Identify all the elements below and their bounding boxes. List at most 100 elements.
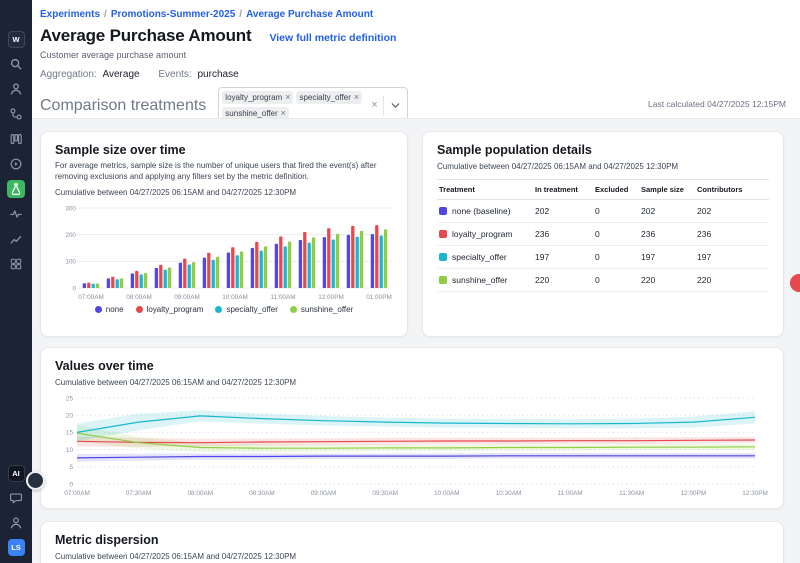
table-row: none (baseline)2020202202 bbox=[437, 200, 769, 223]
sample-size-title: Sample size over time bbox=[55, 143, 393, 157]
value-cell: 0 bbox=[595, 206, 641, 216]
value-cell: 202 bbox=[535, 206, 595, 216]
svg-text:0: 0 bbox=[72, 285, 76, 292]
remove-chip-icon[interactable]: × bbox=[285, 93, 290, 102]
breadcrumb-link[interactable]: Experiments bbox=[40, 9, 100, 20]
svg-text:08:00AM: 08:00AM bbox=[126, 294, 152, 301]
value-cell: 0 bbox=[595, 229, 641, 239]
events-label: Events: bbox=[158, 69, 191, 80]
search-icon[interactable] bbox=[7, 55, 25, 73]
svg-text:10:30AM: 10:30AM bbox=[496, 490, 522, 497]
value-cell: 236 bbox=[697, 229, 767, 239]
account-icon[interactable] bbox=[7, 514, 25, 532]
treatment-name: sunshine_offer bbox=[452, 275, 508, 285]
treatment-chip-label: specialty_offer bbox=[299, 93, 350, 102]
legend-item: specialty_offer bbox=[215, 305, 277, 314]
legend-item: loyalty_program bbox=[136, 305, 204, 314]
chart-legend: noneloyalty_programspecialty_offersunshi… bbox=[55, 305, 393, 314]
statsig-logo[interactable] bbox=[8, 7, 25, 24]
svg-text:07:00AM: 07:00AM bbox=[64, 490, 90, 497]
page-title: Average Purchase Amount bbox=[40, 26, 251, 46]
chat-icon[interactable] bbox=[7, 489, 25, 507]
treatment-swatch bbox=[439, 276, 447, 284]
experiments-icon[interactable] bbox=[7, 180, 25, 198]
svg-text:07:00AM: 07:00AM bbox=[78, 294, 104, 301]
sidebar-top: W bbox=[7, 7, 25, 273]
console-grid-icon[interactable] bbox=[7, 255, 25, 273]
legend-dot bbox=[95, 306, 102, 313]
legend-label: sunshine_offer bbox=[301, 305, 353, 314]
treatment-chip-label: loyalty_program bbox=[225, 93, 282, 102]
table-header: Sample size bbox=[641, 185, 697, 194]
main-content: Sample size over time For average metric… bbox=[32, 118, 800, 563]
legend-dot bbox=[215, 306, 222, 313]
svg-text:09:00AM: 09:00AM bbox=[174, 294, 200, 301]
workspace-badge[interactable]: W bbox=[8, 31, 25, 48]
table-row: specialty_offer1970197197 bbox=[437, 246, 769, 269]
svg-text:100: 100 bbox=[65, 258, 76, 265]
table-row: loyalty_program2360236236 bbox=[437, 223, 769, 246]
legend-label: loyalty_program bbox=[147, 305, 204, 314]
value-cell: 197 bbox=[641, 252, 697, 262]
table-header: Treatment bbox=[439, 185, 535, 194]
table-header: Excluded bbox=[595, 185, 641, 194]
pulse-icon[interactable] bbox=[7, 205, 25, 223]
value-cell: 220 bbox=[535, 275, 595, 285]
svg-text:11:00AM: 11:00AM bbox=[270, 294, 295, 301]
app-root: W AILS Experiments/Promotions-Summer-202… bbox=[0, 0, 800, 563]
svg-text:10: 10 bbox=[66, 447, 74, 454]
values-line-chart: 051015202507:00AM07:30AM08:00AM08:30AM09… bbox=[55, 391, 771, 499]
sample-size-card: Sample size over time For average metric… bbox=[40, 131, 408, 337]
treatment-name: none (baseline) bbox=[452, 206, 511, 216]
value-cell: 197 bbox=[697, 252, 767, 262]
treatment-chip-label: sunshine_offer bbox=[225, 109, 277, 118]
value-cell: 236 bbox=[641, 229, 697, 239]
treatment-chip[interactable]: loyalty_program× bbox=[222, 91, 293, 104]
svg-text:200: 200 bbox=[65, 232, 76, 239]
sessions-play-icon[interactable] bbox=[7, 155, 25, 173]
feature-flags-icon[interactable] bbox=[7, 105, 25, 123]
sidebar-bottom: AI LS bbox=[7, 465, 25, 556]
metrics-chart-icon[interactable] bbox=[7, 230, 25, 248]
user-badge[interactable]: LS bbox=[8, 539, 25, 556]
comparison-label: Comparison treatments bbox=[40, 97, 206, 115]
legend-item: sunshine_offer bbox=[290, 305, 353, 314]
treatment-name: specialty_offer bbox=[452, 252, 507, 262]
meta-row: Aggregation: Average Events: purchase bbox=[32, 60, 800, 80]
svg-text:12:30PM: 12:30PM bbox=[742, 490, 768, 497]
breadcrumb-link[interactable]: Promotions-Summer-2025 bbox=[111, 9, 235, 20]
legend-dot bbox=[290, 306, 297, 313]
columns-icon[interactable] bbox=[7, 130, 25, 148]
values-cumulative: Cumulative between 04/27/2025 06:15AM an… bbox=[55, 378, 769, 387]
value-cell: 220 bbox=[641, 275, 697, 285]
top-cards-row: Sample size over time For average metric… bbox=[40, 131, 784, 337]
table-header-row: TreatmentIn treatmentExcludedSample size… bbox=[437, 179, 769, 200]
population-cumulative: Cumulative between 04/27/2025 06:15AM an… bbox=[437, 162, 769, 171]
treatment-cell: specialty_offer bbox=[439, 252, 535, 262]
value-cell: 0 bbox=[595, 275, 641, 285]
svg-text:20: 20 bbox=[66, 413, 74, 420]
value-cell: 236 bbox=[535, 229, 595, 239]
metric-definition-link[interactable]: View full metric definition bbox=[269, 32, 396, 44]
svg-text:09:00AM: 09:00AM bbox=[311, 490, 337, 497]
svg-text:12:00PM: 12:00PM bbox=[318, 294, 344, 301]
ai-badge[interactable]: AI bbox=[8, 465, 25, 482]
remove-chip-icon[interactable]: × bbox=[354, 93, 359, 102]
table-header: In treatment bbox=[535, 185, 595, 194]
breadcrumb-link[interactable]: Average Purchase Amount bbox=[246, 9, 373, 20]
dispersion-cumulative: Cumulative between 04/27/2025 06:15AM an… bbox=[55, 552, 769, 561]
treatment-chips: loyalty_program×specialty_offer×sunshine… bbox=[222, 91, 362, 120]
clear-selection-icon[interactable]: × bbox=[366, 100, 382, 111]
chevron-down-icon[interactable] bbox=[383, 96, 405, 116]
title-row: Average Purchase Amount View full metric… bbox=[32, 20, 800, 46]
members-icon[interactable] bbox=[7, 80, 25, 98]
sample-size-cumulative: Cumulative between 04/27/2025 06:15AM an… bbox=[55, 188, 393, 197]
assistant-toggle[interactable] bbox=[26, 471, 45, 490]
aggregation-label: Aggregation: bbox=[40, 69, 97, 80]
population-title: Sample population details bbox=[437, 143, 769, 157]
svg-text:09:30AM: 09:30AM bbox=[372, 490, 398, 497]
treatment-cell: loyalty_program bbox=[439, 229, 535, 239]
treatment-chip[interactable]: specialty_offer × bbox=[296, 91, 362, 104]
remove-chip-icon[interactable]: × bbox=[281, 109, 286, 118]
sample-size-bar-chart: 010020030007:00AM08:00AM09:00AM10:00AM11… bbox=[55, 200, 395, 304]
